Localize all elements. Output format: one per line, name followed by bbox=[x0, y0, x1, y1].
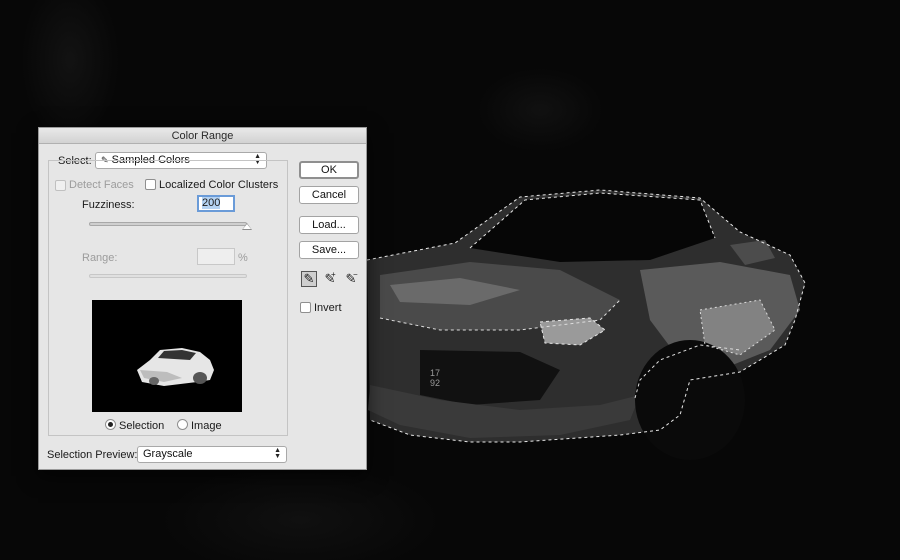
range-label: Range: bbox=[82, 252, 118, 264]
selection-preview-value: Grayscale bbox=[143, 448, 193, 460]
selection-radio[interactable] bbox=[105, 419, 116, 430]
range-unit: % bbox=[238, 252, 248, 264]
detect-faces-checkbox[interactable] bbox=[55, 180, 66, 191]
chevron-updown-icon: ▲ ▼ bbox=[274, 447, 281, 460]
range-slider-track[interactable] bbox=[89, 274, 247, 278]
invert-checkbox[interactable] bbox=[300, 302, 311, 313]
eyedropper-minus-icon[interactable]: ✎ − bbox=[343, 270, 359, 287]
color-range-dialog: Color Range Select: ✎ Sampled Colors ▲ ▼ … bbox=[38, 127, 367, 470]
fuzziness-label: Fuzziness: bbox=[82, 199, 135, 211]
eyedropper-plus-icon[interactable]: ✎ + bbox=[322, 270, 338, 287]
fuzziness-input[interactable]: 200 bbox=[197, 195, 235, 212]
selection-preview-dropdown[interactable]: Grayscale ▲ ▼ bbox=[137, 446, 287, 463]
load-button[interactable]: Load... bbox=[299, 216, 359, 234]
cancel-button[interactable]: Cancel bbox=[299, 186, 359, 204]
fuzziness-slider-track[interactable] bbox=[89, 222, 247, 226]
license-plate-bottom: 92 bbox=[430, 378, 441, 388]
invert-label: Invert bbox=[314, 302, 342, 314]
license-plate-top: 17 bbox=[430, 368, 441, 378]
eyedropper-icon[interactable]: ✎ bbox=[301, 271, 317, 287]
selection-preview-label: Selection Preview: bbox=[47, 449, 138, 461]
detect-faces-label: Detect Faces bbox=[69, 179, 134, 191]
localized-color-clusters-label: Localized Color Clusters bbox=[159, 179, 279, 191]
save-button[interactable]: Save... bbox=[299, 241, 359, 259]
range-input[interactable] bbox=[197, 248, 235, 265]
fuzziness-slider-thumb[interactable] bbox=[242, 223, 252, 230]
selection-preview-thumbnail bbox=[92, 300, 242, 412]
selection-radio-label: Selection bbox=[119, 420, 165, 432]
car-thumbnail bbox=[137, 348, 214, 386]
image-radio[interactable] bbox=[177, 419, 188, 430]
localized-color-clusters-checkbox[interactable] bbox=[145, 179, 156, 190]
image-radio-label: Image bbox=[191, 420, 222, 432]
fuzziness-value: 200 bbox=[202, 197, 221, 209]
ok-button[interactable]: OK bbox=[299, 161, 359, 179]
dialog-title[interactable]: Color Range bbox=[39, 128, 366, 144]
